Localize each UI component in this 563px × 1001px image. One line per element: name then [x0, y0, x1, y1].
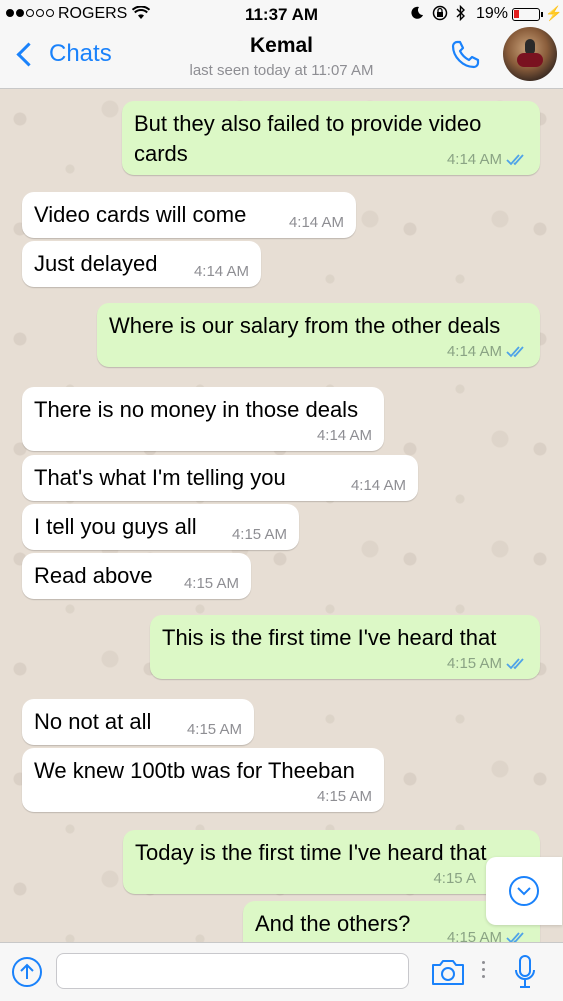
message-bubble-incoming[interactable]: No not at all 4:15 AM	[22, 699, 254, 745]
message-time: 4:15 AM	[446, 929, 502, 943]
message-time: 4:14 AM	[446, 151, 502, 168]
battery-icon	[512, 8, 543, 21]
separator-dots	[482, 961, 486, 982]
contact-avatar[interactable]	[503, 27, 557, 81]
message-time: 4:15 AM	[186, 721, 242, 738]
double-check-read-icon	[506, 346, 524, 358]
status-icons	[410, 5, 466, 21]
message-time: 4:14 AM	[288, 214, 344, 231]
message-input[interactable]	[56, 953, 409, 989]
message-time: 4:14 AM	[316, 427, 372, 444]
message-bubble-outgoing[interactable]: Where is our salary from the other deals…	[97, 303, 540, 367]
battery-percentage: 19%	[476, 5, 509, 22]
message-bubble-incoming[interactable]: Video cards will come 4:14 AM	[22, 192, 356, 238]
message-text: That's what I'm telling you	[34, 465, 286, 490]
message-text: Video cards will come	[34, 202, 247, 227]
message-list[interactable]: But they also failed to provide video ca…	[0, 89, 563, 942]
message-text: Today is the first time I've heard that	[135, 840, 487, 865]
scroll-to-bottom-button[interactable]	[486, 857, 562, 925]
message-time: 4:15 AM	[316, 788, 372, 805]
message-text: Where is our salary from the other deals	[109, 313, 501, 338]
message-bubble-outgoing[interactable]: But they also failed to provide video ca…	[122, 101, 540, 175]
message-time: 4:14 AM	[193, 263, 249, 280]
rotation-lock-icon	[432, 5, 448, 21]
message-time: 4:15 AM	[446, 655, 502, 672]
moon-icon	[411, 6, 423, 19]
charging-icon: ⚡	[545, 5, 563, 21]
message-bubble-incoming[interactable]: Just delayed 4:14 AM	[22, 241, 261, 287]
message-text: No not at all	[34, 709, 152, 734]
message-bubble-incoming[interactable]: Read above 4:15 AM	[22, 553, 251, 599]
message-time: 4:15 AM	[231, 526, 287, 543]
message-bubble-incoming[interactable]: We knew 100tb was for Theeban 4:15 AM	[22, 748, 384, 812]
double-check-read-icon	[506, 932, 524, 942]
message-text: I tell you guys all	[34, 514, 197, 539]
message-text: Just delayed	[34, 251, 158, 276]
message-text: We knew 100tb was for Theeban	[34, 758, 355, 783]
message-bubble-incoming[interactable]: There is no money in those deals 4:14 AM	[22, 387, 384, 451]
message-bubble-outgoing[interactable]: This is the first time I've heard that 4…	[150, 615, 540, 679]
upload-icon[interactable]	[11, 956, 43, 988]
chevron-down-circle-icon	[509, 876, 539, 906]
double-check-read-icon	[506, 154, 524, 166]
message-text: This is the first time I've heard that	[162, 625, 497, 650]
message-time: 4:14 AM	[446, 343, 502, 360]
message-time: 4:14 AM	[350, 477, 406, 494]
message-time: 4:15 AM	[183, 575, 239, 592]
microphone-icon[interactable]	[513, 954, 537, 990]
message-text: There is no money in those deals	[34, 397, 359, 422]
camera-icon[interactable]	[430, 956, 466, 988]
navigation-header: ROGERS 11:37 AM 19% ⚡ Chats Kemal last s…	[0, 0, 563, 89]
message-text: And the others?	[255, 911, 411, 936]
message-bubble-incoming[interactable]: That's what I'm telling you 4:14 AM	[22, 455, 418, 501]
message-bubble-outgoing[interactable]: Today is the first time I've heard that …	[123, 830, 540, 894]
message-bubble-incoming[interactable]: I tell you guys all 4:15 AM	[22, 504, 299, 550]
status-bar: ROGERS 11:37 AM 19% ⚡	[0, 0, 563, 30]
message-text: Read above	[34, 563, 153, 588]
message-time: 4:15 A	[433, 870, 476, 887]
bluetooth-icon	[456, 5, 465, 21]
phone-icon[interactable]	[448, 38, 482, 72]
double-check-read-icon	[506, 658, 524, 670]
message-input-bar	[0, 942, 563, 1001]
message-text: But they also failed to provide video ca…	[134, 111, 482, 166]
